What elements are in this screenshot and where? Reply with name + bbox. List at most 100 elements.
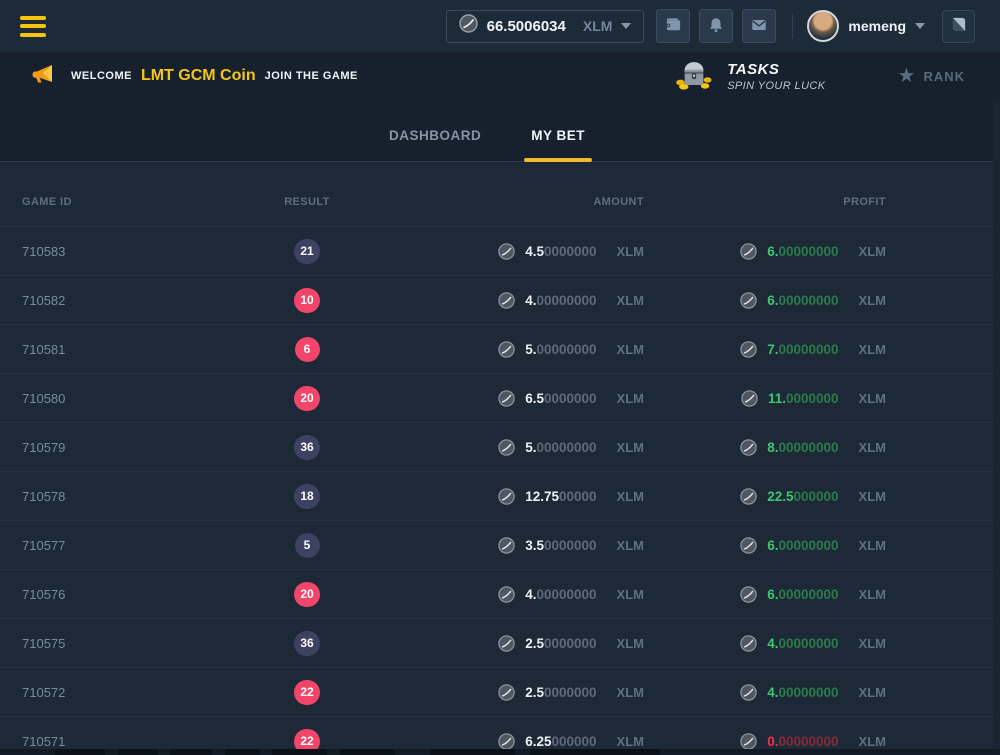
amount-value: 12.75 [525,489,559,504]
tasks-shortcut[interactable]: TASKS SPIN YOUR LUCK [673,57,825,96]
xlm-coin-icon [498,341,515,358]
profit-cell: 7.00000000 XLM [644,341,886,358]
notifications-button[interactable] [699,9,733,43]
balance-currency: XLM [583,18,613,34]
amount-cell: 12.7500000 XLM [392,488,644,505]
profit-cell: 11.0000000 XLM [644,390,886,407]
amount-value: 6.5 [525,391,544,406]
rank-label: RANK [923,69,965,84]
profit-value: 11. [768,391,786,406]
table-body: 710583 21 4.50000000 XLM 6.00000000 XLM … [0,227,1000,755]
profit-currency: XLM [859,489,886,504]
welcome-message: WELCOME LMT GCM Coin JOIN THE GAME [30,61,358,92]
tasks-subtitle: SPIN YOUR LUCK [727,80,825,92]
amount-value: 2.5 [525,636,544,651]
tasks-title: TASKS [727,61,825,78]
user-menu[interactable]: memeng [807,10,925,42]
amount-trailing-zeros: 0000000 [544,244,597,259]
table-row: 710579 36 5.00000000 XLM 8.00000000 XLM [0,423,1000,472]
result-badge: 36 [294,435,319,460]
profit-cell: 4.00000000 XLM [644,684,886,701]
profit-cell: 6.00000000 XLM [644,292,886,309]
amount-value: 4.5 [525,244,544,259]
amount-trailing-zeros: 00000 [559,489,597,504]
amount-cell: 4.50000000 XLM [392,243,644,260]
amount-currency: XLM [617,489,644,504]
tab-dashboard[interactable]: DASHBOARD [385,128,485,161]
avatar [807,10,839,42]
top-bar: 66.5006034 XLM memeng [0,0,1000,52]
amount-cell: 6.25000000 XLM [392,733,644,750]
tab-bar: DASHBOARD MY BET [0,100,1000,162]
result-badge: 18 [294,484,319,509]
messages-button[interactable] [742,9,776,43]
scrollbar-track[interactable] [993,100,1000,755]
table-row: 710580 20 6.50000000 XLM 11.0000000 XLM [0,374,1000,423]
amount-trailing-zeros: 000000 [551,734,596,749]
xlm-coin-icon [740,292,757,309]
chevron-down-icon [621,23,631,29]
profit-value: 4. [767,685,778,700]
profit-cell: 6.00000000 XLM [644,537,886,554]
result-badge: 21 [294,239,319,264]
profit-value: 0. [767,734,778,749]
game-id: 710581 [22,342,222,357]
amount-trailing-zeros: 0000000 [544,391,597,406]
amount-currency: XLM [617,391,644,406]
rank-shortcut[interactable]: ★ RANK [898,66,966,86]
profit-trailing-zeros: 00000000 [778,685,838,700]
header-amount: AMOUNT [392,196,644,226]
game-id: 710582 [22,293,222,308]
xlm-coin-icon [498,733,515,750]
xlm-coin-icon [498,292,515,309]
game-id: 710579 [22,440,222,455]
table-row: 710572 22 2.50000000 XLM 4.00000000 XLM [0,668,1000,717]
profit-value: 6. [767,538,778,553]
bets-table: GAME ID RESULT AMOUNT PROFIT 710583 21 4… [0,162,1000,755]
profit-trailing-zeros: 00000000 [778,734,838,749]
chat-bubble-icon [949,15,968,37]
amount-currency: XLM [617,342,644,357]
profit-currency: XLM [859,244,886,259]
amount-value: 3.5 [525,538,544,553]
game-id: 710577 [22,538,222,553]
profit-trailing-zeros: 00000000 [778,538,838,553]
profit-value: 7. [767,342,778,357]
amount-cell: 4.00000000 XLM [392,292,644,309]
welcome-label: WELCOME [71,70,132,82]
tab-my-bet[interactable]: MY BET [527,128,589,161]
amount-trailing-zeros: 00000000 [536,342,596,357]
result-badge: 10 [294,288,319,313]
profit-currency: XLM [859,440,886,455]
xlm-coin-icon [498,488,515,505]
table-row: 710578 18 12.7500000 XLM 22.5000000 XLM [0,472,1000,521]
xlm-coin-icon [741,390,758,407]
profit-trailing-zeros: 00000000 [778,244,838,259]
xlm-coin-icon [498,243,515,260]
profit-currency: XLM [859,734,886,749]
wallet-button[interactable] [656,9,690,43]
star-icon: ★ [898,66,916,86]
profit-value: 8. [767,440,778,455]
profit-trailing-zeros: 00000000 [778,636,838,651]
profit-trailing-zeros: 00000000 [778,342,838,357]
amount-cell: 4.00000000 XLM [392,586,644,603]
result-badge: 20 [294,582,319,607]
result-badge: 20 [294,386,319,411]
profit-cell: 4.00000000 XLM [644,635,886,652]
amount-cell: 5.00000000 XLM [392,439,644,456]
chat-toggle-button[interactable] [942,10,975,43]
menu-button[interactable] [20,16,46,37]
profit-currency: XLM [859,293,886,308]
amount-currency: XLM [617,440,644,455]
amount-trailing-zeros: 0000000 [544,636,597,651]
amount-currency: XLM [617,293,644,308]
balance-selector[interactable]: 66.5006034 XLM [446,10,645,43]
megaphone-icon [30,61,56,92]
amount-value: 6.25 [525,734,551,749]
xlm-coin-icon [498,537,515,554]
amount-cell: 5.00000000 XLM [392,341,644,358]
header-profit: PROFIT [644,196,886,226]
xlm-coin-icon [740,586,757,603]
join-label: JOIN THE GAME [265,70,358,82]
